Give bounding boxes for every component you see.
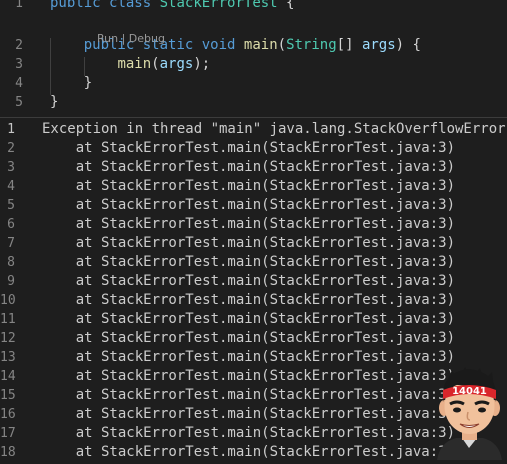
terminal-line: 1 Exception in thread "main" java.lang.St… bbox=[0, 120, 507, 139]
stack-trace-line: at StackErrorTest.main(StackErrorTest.ja… bbox=[42, 311, 456, 327]
terminal-output[interactable]: 1 Exception in thread "main" java.lang.St… bbox=[0, 117, 507, 461]
code-token: } bbox=[50, 94, 59, 110]
code-token: } bbox=[50, 75, 93, 91]
cartoon-avatar-icon: 14041 bbox=[432, 364, 507, 460]
terminal-line: 15 at StackErrorTest.main(StackErrorTest… bbox=[0, 386, 507, 405]
code-token: [] bbox=[336, 37, 362, 53]
terminal-line-number: 7 bbox=[7, 236, 15, 251]
code-token: StackErrorTest bbox=[159, 0, 278, 11]
stack-trace-line: at StackErrorTest.main(StackErrorTest.ja… bbox=[42, 140, 456, 156]
terminal-line-number: 1 bbox=[7, 122, 15, 137]
code-token: { bbox=[277, 0, 295, 11]
indent-guide bbox=[84, 57, 85, 76]
editor-line-number: 2 bbox=[15, 38, 23, 53]
exception-message: Exception in thread "main" java.lang.Sta… bbox=[42, 121, 506, 137]
stack-trace-line: at StackErrorTest.main(StackErrorTest.ja… bbox=[42, 387, 456, 403]
terminal-line-number: 11 bbox=[0, 312, 16, 327]
terminal-line-number: 17 bbox=[0, 426, 16, 441]
code-token: main bbox=[243, 37, 278, 53]
stack-trace-line: at StackErrorTest.main(StackErrorTest.ja… bbox=[42, 254, 456, 270]
stack-trace-line: at StackErrorTest.main(StackErrorTest.ja… bbox=[42, 235, 456, 251]
avatar-badge-text: 14041 bbox=[452, 386, 487, 397]
stack-trace-line: at StackErrorTest.main(StackErrorTest.ja… bbox=[42, 368, 456, 384]
indent-guide bbox=[50, 38, 51, 95]
codelens: Run | Debug bbox=[83, 18, 165, 60]
terminal-line: 13 at StackErrorTest.main(StackErrorTest… bbox=[0, 348, 507, 367]
code-token: void bbox=[201, 37, 236, 53]
terminal-line: 10 at StackErrorTest.main(StackErrorTest… bbox=[0, 291, 507, 310]
terminal-line-number: 16 bbox=[0, 407, 16, 422]
terminal-line: 6 at StackErrorTest.main(StackErrorTest.… bbox=[0, 215, 507, 234]
stack-trace-line: at StackErrorTest.main(StackErrorTest.ja… bbox=[42, 159, 456, 175]
terminal-line-number: 10 bbox=[0, 293, 16, 308]
editor-line-number: 3 bbox=[15, 57, 23, 72]
editor-line-number: 5 bbox=[15, 95, 23, 110]
terminal-line: 7 at StackErrorTest.main(StackErrorTest.… bbox=[0, 234, 507, 253]
terminal-line: 3 at StackErrorTest.main(StackErrorTest.… bbox=[0, 158, 507, 177]
code-line[interactable]: } bbox=[50, 74, 92, 93]
code-token: ); bbox=[193, 56, 211, 72]
debug-codelens-link[interactable]: Debug bbox=[129, 32, 165, 45]
code-token: class bbox=[109, 0, 152, 11]
terminal-line: 18 at StackErrorTest.main(StackErrorTest… bbox=[0, 443, 507, 461]
code-token: String bbox=[286, 37, 337, 53]
terminal-line-number: 18 bbox=[0, 445, 16, 460]
code-token: args bbox=[361, 37, 396, 53]
stack-trace-line: at StackErrorTest.main(StackErrorTest.ja… bbox=[42, 444, 456, 460]
editor-line-number: 1 bbox=[15, 0, 23, 11]
terminal-line-number: 14 bbox=[0, 369, 16, 384]
editor-line-number: 4 bbox=[15, 76, 23, 91]
stack-trace-line: at StackErrorTest.main(StackErrorTest.ja… bbox=[42, 425, 456, 441]
code-token: ) { bbox=[395, 37, 421, 53]
terminal-line-number: 2 bbox=[7, 141, 15, 156]
terminal-line: 8 at StackErrorTest.main(StackErrorTest.… bbox=[0, 253, 507, 272]
code-editor[interactable]: 1 public class StackErrorTest {2 public s… bbox=[0, 0, 507, 116]
code-token: ( bbox=[277, 37, 287, 53]
stack-trace-line: at StackErrorTest.main(StackErrorTest.ja… bbox=[42, 349, 456, 365]
terminal-line: 11 at StackErrorTest.main(StackErrorTest… bbox=[0, 310, 507, 329]
code-line[interactable]: } bbox=[50, 93, 58, 112]
stack-trace-line: at StackErrorTest.main(StackErrorTest.ja… bbox=[42, 197, 456, 213]
terminal-line-number: 15 bbox=[0, 388, 16, 403]
terminal-line-number: 4 bbox=[7, 179, 15, 194]
terminal-line: 5 at StackErrorTest.main(StackErrorTest.… bbox=[0, 196, 507, 215]
stack-trace-line: at StackErrorTest.main(StackErrorTest.ja… bbox=[42, 178, 456, 194]
terminal-line-number: 8 bbox=[7, 255, 15, 270]
stack-trace-line: at StackErrorTest.main(StackErrorTest.ja… bbox=[42, 330, 456, 346]
stack-trace-line: at StackErrorTest.main(StackErrorTest.ja… bbox=[42, 406, 456, 422]
stack-trace-line: at StackErrorTest.main(StackErrorTest.ja… bbox=[42, 216, 456, 232]
terminal-line: 16 at StackErrorTest.main(StackErrorTest… bbox=[0, 405, 507, 424]
terminal-line: 9 at StackErrorTest.main(StackErrorTest.… bbox=[0, 272, 507, 291]
terminal-line: 17 at StackErrorTest.main(StackErrorTest… bbox=[0, 424, 507, 443]
terminal-line: 12 at StackErrorTest.main(StackErrorTest… bbox=[0, 329, 507, 348]
terminal-line: 4 at StackErrorTest.main(StackErrorTest.… bbox=[0, 177, 507, 196]
run-codelens-link[interactable]: Run bbox=[97, 32, 118, 45]
terminal-line-number: 5 bbox=[7, 198, 15, 213]
code-token: public bbox=[50, 0, 101, 11]
terminal-line-number: 6 bbox=[7, 217, 15, 232]
terminal-line-number: 3 bbox=[7, 160, 15, 175]
terminal-line-number: 13 bbox=[0, 350, 16, 365]
code-line[interactable]: public class StackErrorTest { bbox=[50, 0, 294, 13]
terminal-line-number: 9 bbox=[7, 274, 15, 289]
stack-trace-line: at StackErrorTest.main(StackErrorTest.ja… bbox=[42, 273, 456, 289]
terminal-line: 14 at StackErrorTest.main(StackErrorTest… bbox=[0, 367, 507, 386]
terminal-line-number: 12 bbox=[0, 331, 16, 346]
terminal-line: 2 at StackErrorTest.main(StackErrorTest.… bbox=[0, 139, 507, 158]
codelens-separator: | bbox=[118, 32, 129, 45]
stack-trace-line: at StackErrorTest.main(StackErrorTest.ja… bbox=[42, 292, 456, 308]
